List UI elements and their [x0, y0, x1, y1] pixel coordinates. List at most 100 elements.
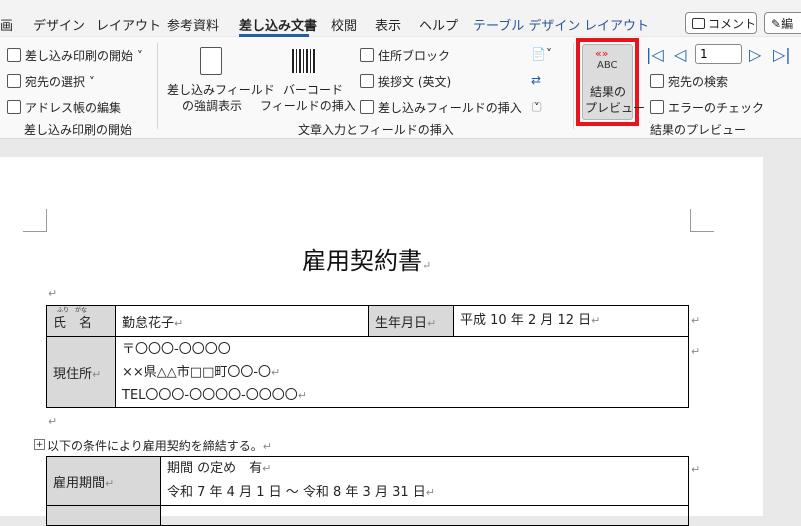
select-recipients-label: 宛先の選択 ˅ — [25, 75, 95, 89]
tab-table-design[interactable]: テーブル デザイン — [473, 15, 580, 34]
paragraph-mark: ↵ — [271, 365, 281, 379]
vertical-scroll-area[interactable] — [763, 139, 801, 516]
group-divider — [573, 43, 574, 129]
dob-value-cell[interactable]: 平成 10 年 2 月 12 日↵ — [453, 305, 689, 337]
tab-mailings[interactable]: 差し込み文書 — [239, 15, 317, 34]
tab-table-layout[interactable]: レイアウト — [584, 15, 649, 34]
preview-label-2: プレビュー — [585, 101, 646, 115]
comment-button[interactable]: コメント — [685, 12, 757, 34]
preview-label-1: 結果の — [590, 85, 627, 99]
tab-layout[interactable]: レイアウト — [96, 15, 161, 34]
address-block-icon — [360, 48, 374, 62]
paragraph-mark: ↵ — [48, 287, 58, 300]
paragraph-mark: ↵ — [92, 367, 102, 381]
address-block-button[interactable]: 住所ブロック — [360, 47, 450, 64]
check-errors-icon — [650, 100, 664, 114]
record-number-input[interactable] — [695, 44, 742, 64]
start-mail-merge-label: 差し込み印刷の開始 ˅ — [25, 49, 143, 63]
tab-home-partial[interactable]: 画 — [0, 15, 13, 34]
insert-barcode-field-button[interactable]: バーコード フィールドの挿入 ˅ — [259, 45, 366, 115]
paragraph-mark: ↵ — [427, 316, 437, 330]
check-errors-label: エラーのチェック — [668, 101, 765, 115]
edit-address-book-button[interactable]: アドレス帳の編集 — [7, 99, 121, 116]
insert-merge-field-button[interactable]: 差し込みフィールドの挿入 ˅ — [360, 99, 540, 116]
select-recipients-button[interactable]: 宛先の選択 ˅ — [7, 73, 95, 90]
group-label-start: 差し込み印刷の開始 — [24, 123, 133, 137]
telephone: TEL〇〇〇-〇〇〇〇-〇〇〇〇 — [122, 387, 298, 403]
paragraph-mark: ↵ — [297, 388, 307, 402]
tab-references[interactable]: 参考資料 — [167, 15, 219, 34]
previous-record-icon[interactable]: ◁ — [674, 45, 686, 64]
preview-arrows-icon: «» — [595, 47, 609, 60]
period-line-1: 期間 の定め 有 — [167, 461, 263, 476]
comment-icon — [692, 18, 705, 29]
period-label-cell: 雇用期間↵ — [46, 456, 161, 506]
paragraph-mark: ↵ — [262, 462, 272, 475]
address-label-cell: 現住所↵ — [46, 336, 116, 408]
intro-text: 以下の条件により雇用契約を締結する。 — [47, 439, 263, 453]
address-value-cell[interactable]: 〒〇〇〇-〇〇〇〇 ××県△△市□□町〇〇-〇↵ TEL〇〇〇-〇〇〇〇-〇〇〇… — [115, 336, 689, 408]
row-end-mark: ↵ — [691, 345, 701, 358]
row-end-mark: ↵ — [691, 463, 701, 476]
editing-button[interactable]: ✎編 — [764, 12, 801, 34]
paragraph-mark: ↵ — [262, 440, 272, 453]
barcode-label-2: フィールドの挿入 ˅ — [260, 99, 366, 113]
postal-code: 〒〇〇〇-〇〇〇〇 — [122, 341, 231, 357]
greeting-line-label: 挨拶文 (英文) — [378, 75, 452, 89]
match-fields-button[interactable]: ⇄ — [531, 73, 541, 87]
find-recipient-label: 宛先の検索 — [668, 75, 729, 89]
match-fields-icon: ⇄ — [531, 73, 542, 87]
name-ruby: ふり がな — [57, 307, 88, 314]
table-move-handle-icon[interactable]: + — [34, 439, 45, 450]
ribbon-tab-bar: 画 デザイン レイアウト 参考資料 差し込み文書 校閲 表示 ヘルプ テーブル … — [0, 0, 801, 37]
start-mail-merge-button[interactable]: 差し込み印刷の開始 ˅ — [7, 47, 143, 64]
personal-info-table: ふり がな 氏 名 勤怠花子↵ 生年月日↵ 平成 10 年 2 月 12 日↵ … — [46, 305, 689, 408]
address-line: ××県△△市□□町〇〇-〇 — [122, 364, 272, 380]
crop-mark-left — [23, 209, 47, 232]
highlight-fields-label-2: の強調表示 — [182, 99, 243, 113]
address-block-label: 住所ブロック — [378, 49, 451, 63]
paragraph-mark: ↵ — [105, 476, 115, 490]
greeting-line-button[interactable]: 挨拶文 (英文) — [360, 73, 451, 90]
period-value-cell[interactable]: 期間 の定め 有↵ 令和 7 年 4 月 1 日 ～ 令和 8 年 3 月 31… — [160, 456, 689, 506]
name-label: 氏 名 — [53, 315, 93, 331]
paragraph-mark: ↵ — [591, 314, 601, 327]
rules-button[interactable]: 📄˅ — [531, 47, 552, 61]
abc-icon: ABC — [597, 60, 618, 71]
address-label: 現住所 — [53, 366, 93, 382]
name-value: 勤怠花子 — [122, 315, 175, 331]
row-end-mark: ↵ — [691, 314, 701, 327]
check-errors-button[interactable]: エラーのチェック — [650, 99, 764, 116]
update-labels-button[interactable]: ▢ — [531, 99, 542, 113]
edit-address-book-label: アドレス帳の編集 — [25, 101, 122, 115]
paragraph-mark: ↵ — [425, 486, 435, 499]
tab-help[interactable]: ヘルプ — [419, 15, 458, 34]
document-page[interactable]: 雇用契約書↵ ↵ ふり がな 氏 名 勤怠花子↵ 生年月日↵ 平成 10 年 2… — [0, 157, 763, 526]
greeting-line-icon — [360, 74, 374, 88]
highlight-merge-fields-button[interactable]: 差し込みフィールド の強調表示 — [165, 45, 275, 115]
recipients-icon — [7, 74, 21, 88]
tab-design[interactable]: デザイン — [33, 15, 85, 34]
last-record-icon[interactable]: ▷| — [773, 45, 791, 64]
next-record-icon[interactable]: ▷ — [749, 45, 761, 64]
paragraph-mark: ↵ — [422, 259, 432, 272]
pencil-icon: ✎ — [771, 17, 782, 31]
period-line-2: 令和 7 年 4 月 1 日 ～ 令和 8 年 3 月 31 日 — [167, 485, 426, 500]
name-value-cell[interactable]: 勤怠花子↵ — [115, 305, 369, 337]
find-recipient-button[interactable]: 宛先の検索 — [650, 73, 728, 90]
dob-label-cell: 生年月日↵ — [368, 305, 454, 337]
find-recipient-icon — [650, 74, 664, 88]
document-icon — [7, 48, 21, 62]
group-divider — [157, 43, 158, 129]
group-label-preview: 結果のプレビュー — [650, 123, 747, 137]
paragraph-mark: ↵ — [48, 415, 58, 428]
update-labels-icon: ▢ — [531, 99, 543, 113]
first-record-icon[interactable]: |◁ — [646, 45, 664, 64]
tab-view[interactable]: 表示 — [375, 15, 401, 34]
preview-results-button[interactable]: «» ABC 結果の プレビュー — [582, 44, 645, 120]
document-title: 雇用契約書↵ — [302, 241, 431, 276]
tab-review[interactable]: 校閲 — [331, 15, 357, 34]
dob-label: 生年月日 — [375, 315, 428, 331]
highlight-fields-icon — [200, 47, 222, 75]
editing-label: 編 — [781, 17, 794, 31]
